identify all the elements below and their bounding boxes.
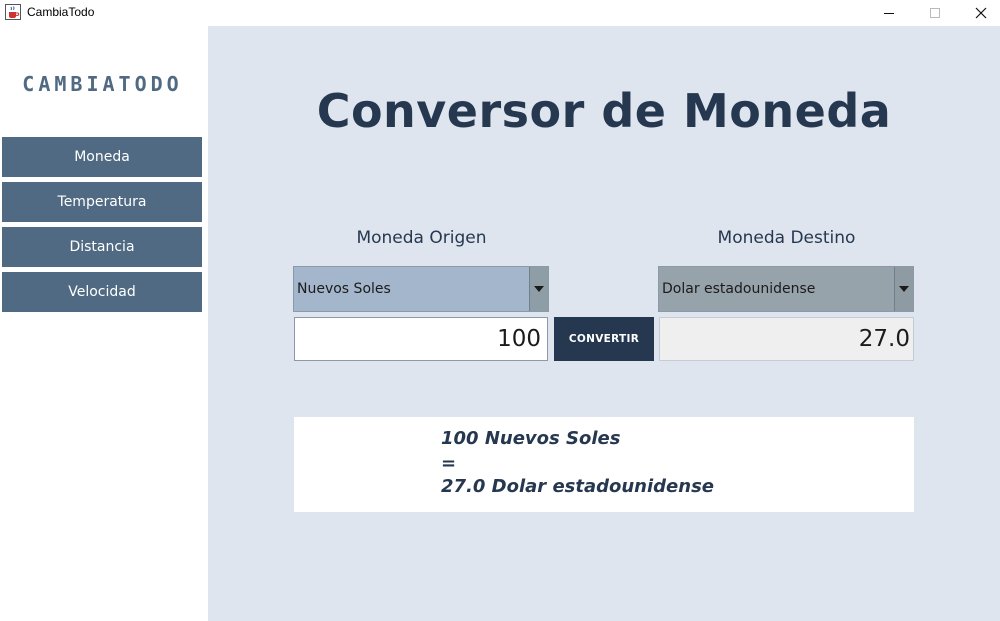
origin-currency-select[interactable]: Nuevos Soles xyxy=(293,266,549,312)
converted-amount-field: 27.0 xyxy=(659,317,914,361)
page-title-text: Conversor de Moneda xyxy=(316,84,892,138)
result-source-line: 100 Nuevos Soles xyxy=(441,428,621,449)
window-titlebar: CambiaTodo xyxy=(0,0,1000,26)
minimize-button[interactable] xyxy=(866,0,912,26)
sidebar-item-velocidad[interactable]: Velocidad xyxy=(2,272,202,312)
close-button[interactable] xyxy=(958,0,1000,26)
dropdown-arrow-icon[interactable] xyxy=(529,267,548,311)
java-cup-icon xyxy=(5,4,21,20)
result-target-line: 27.0 Dolar estadounidense xyxy=(441,476,714,497)
amount-input[interactable]: 100 xyxy=(294,317,548,361)
close-icon xyxy=(975,4,987,23)
minimize-icon xyxy=(883,4,895,23)
sidebar-item-temperatura[interactable]: Temperatura xyxy=(2,182,202,222)
window-title: CambiaTodo xyxy=(27,5,95,19)
sidebar: CAMBIATODO Moneda Temperatura Distancia … xyxy=(0,26,208,621)
maximize-icon xyxy=(929,4,941,23)
dropdown-arrow-icon[interactable] xyxy=(894,267,913,311)
origin-currency-label: Moneda Origen xyxy=(356,228,487,248)
convert-button[interactable]: CONVERTIR xyxy=(554,317,654,361)
sidebar-item-distancia[interactable]: Distancia xyxy=(2,227,202,267)
maximize-button[interactable] xyxy=(912,0,958,26)
destination-currency-value: Dolar estadounidense xyxy=(662,281,816,297)
destination-currency-select[interactable]: Dolar estadounidense xyxy=(658,266,914,312)
main-panel: Conversor de Moneda Moneda Origen Moneda… xyxy=(208,26,1000,621)
result-equals-line: = xyxy=(441,453,457,474)
destination-currency-label: Moneda Destino xyxy=(717,228,856,248)
page-title: Conversor de Moneda xyxy=(208,84,1000,138)
result-summary: 100 Nuevos Soles = 27.0 Dolar estadounid… xyxy=(294,417,914,512)
app-logo: CAMBIATODO xyxy=(22,72,183,96)
origin-currency-value: Nuevos Soles xyxy=(297,281,391,297)
sidebar-item-moneda[interactable]: Moneda xyxy=(2,137,202,177)
